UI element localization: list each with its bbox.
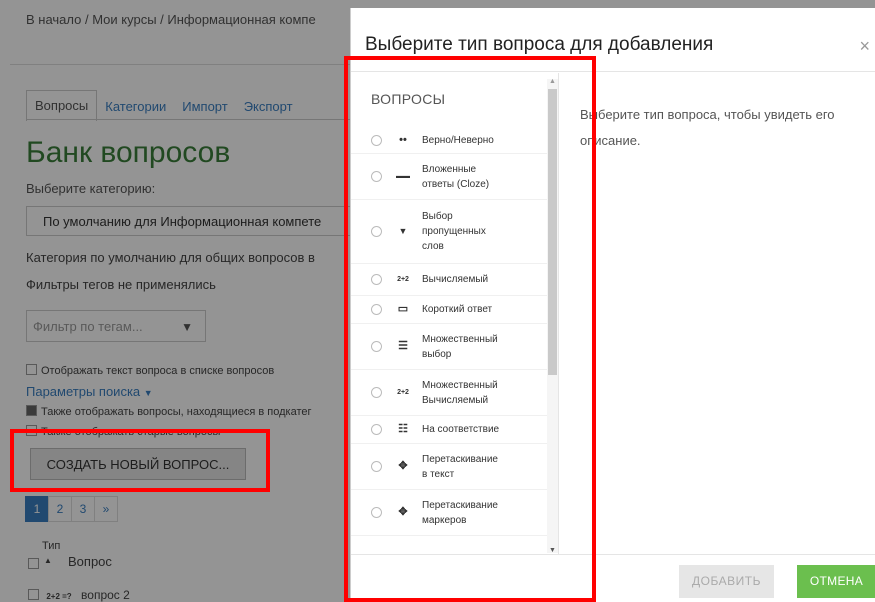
highlight-question-list	[344, 56, 596, 602]
dialog-title: Выберите тип вопроса для добавления	[365, 34, 714, 55]
highlight-create-button	[10, 429, 270, 492]
close-icon[interactable]: ×	[859, 36, 870, 57]
type-description: Выберите тип вопроса, чтобы увидеть его …	[580, 107, 835, 148]
add-button[interactable]: ДОБАВИТЬ	[679, 565, 774, 598]
cancel-button[interactable]: ОТМЕНА	[797, 565, 875, 598]
